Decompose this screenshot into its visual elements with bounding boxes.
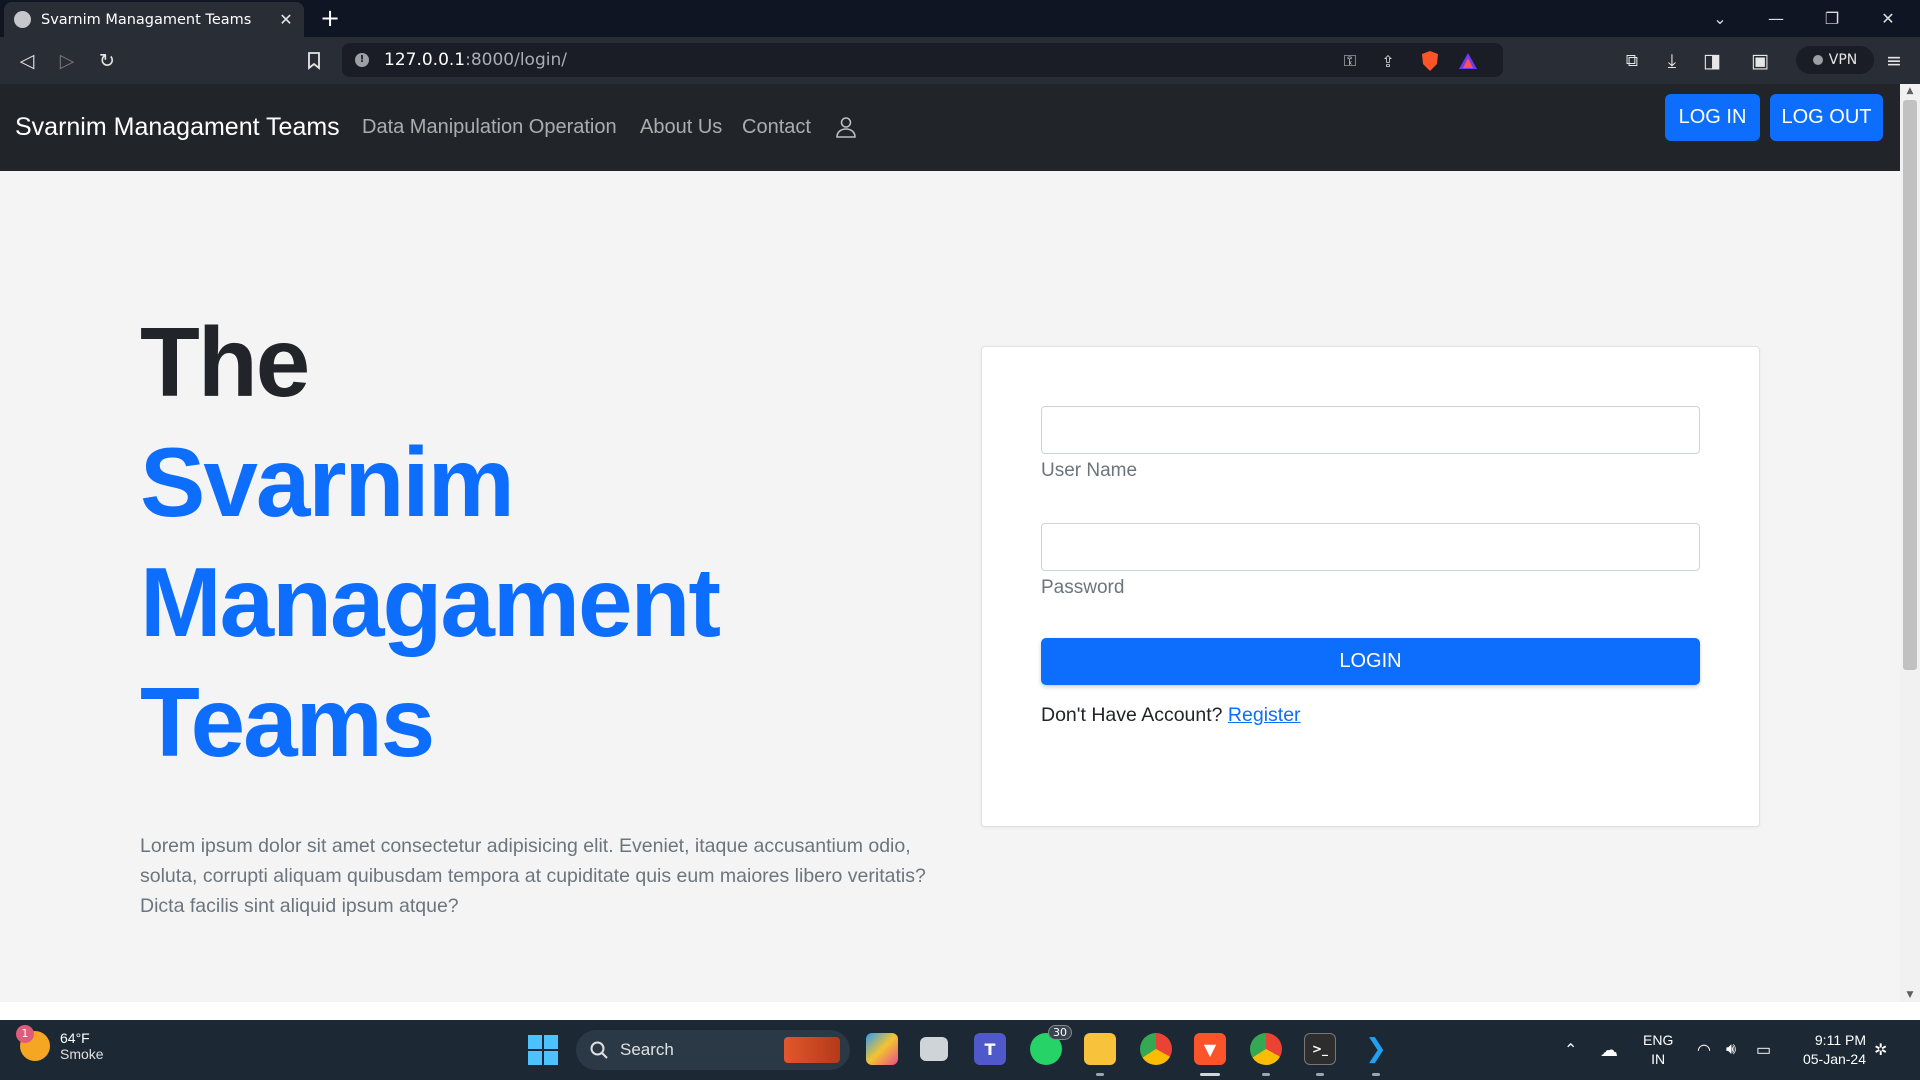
hero-line-svarnim: Svarnim	[140, 427, 515, 537]
taskbar-search[interactable]: Search	[576, 1030, 850, 1070]
reload-icon[interactable]: ↻	[93, 47, 121, 75]
vpn-status-icon	[1812, 55, 1823, 65]
brave-rewards-icon[interactable]	[1456, 49, 1480, 73]
terminal-indicator	[1316, 1073, 1324, 1076]
lang-line2: IN	[1651, 1051, 1666, 1067]
notification-icon[interactable]: ✲	[1874, 1020, 1887, 1080]
login-card: User Name Password LOGIN Don't Have Acco…	[981, 346, 1760, 827]
nav-link-about-us[interactable]: About Us	[640, 116, 722, 139]
chrome-profile-indicator	[1262, 1073, 1270, 1076]
language-indicator[interactable]: ENG IN	[1643, 1031, 1673, 1069]
system-clock[interactable]: 9:11 PM 05-Jan-24	[1796, 1031, 1866, 1069]
brave-icon[interactable]: ▼	[1194, 1033, 1226, 1065]
clock-time: 9:11 PM	[1814, 1032, 1866, 1048]
vpn-button[interactable]: VPN	[1796, 46, 1874, 74]
bookmark-icon[interactable]	[300, 47, 328, 75]
page-scrollbar[interactable]: ▲ ▼	[1900, 84, 1920, 1002]
extensions-icon[interactable]: ⧉	[1618, 47, 1646, 75]
search-highlight-icon	[784, 1037, 840, 1063]
tab-title: Svarnim Managament Teams	[41, 11, 252, 28]
weather-temp: 64°F	[60, 1030, 90, 1046]
whatsapp-badge: 30	[1048, 1025, 1072, 1040]
minimize-icon[interactable]: —	[1748, 0, 1804, 37]
browser-tab[interactable]: Svarnim Managament Teams ✕	[4, 2, 304, 37]
search-label: Search	[620, 1040, 674, 1059]
globe-icon	[14, 11, 31, 28]
battery-icon[interactable]: ▭	[1756, 1020, 1771, 1080]
wifi-icon[interactable]: ◠	[1697, 1020, 1711, 1080]
vpn-label: VPN	[1828, 52, 1858, 68]
file-explorer-icon[interactable]	[1084, 1033, 1116, 1065]
scrollbar-thumb[interactable]	[1903, 100, 1917, 670]
vscode-indicator	[1372, 1073, 1380, 1076]
start-button-icon[interactable]	[528, 1035, 558, 1065]
hero-heading: The Svarnim Managament Teams	[140, 302, 721, 782]
navbar-brand[interactable]: Svarnim Managament Teams	[15, 113, 340, 142]
password-label: Password	[1041, 577, 1125, 598]
sidebar-icon[interactable]: ◨	[1698, 47, 1726, 75]
password-input[interactable]	[1041, 523, 1700, 571]
nav-link-contact[interactable]: Contact	[742, 116, 811, 139]
site-info-icon[interactable]: !	[355, 53, 369, 67]
username-label: User Name	[1041, 460, 1138, 481]
key-icon[interactable]: ⚿	[1338, 49, 1362, 73]
tray-overflow-icon[interactable]: ⌃	[1564, 1020, 1577, 1080]
scroll-down-icon[interactable]: ▼	[1900, 988, 1920, 1002]
weather-widget[interactable]: 1 64°F Smoke	[16, 1025, 104, 1062]
hero-description: Lorem ipsum dolor sit amet consectetur a…	[140, 835, 926, 917]
windows-taskbar: 1 64°F Smoke Search T 30 ▼ >_ ❯ ⌃ ☁ ENG …	[0, 1020, 1920, 1080]
weather-icon: 1	[16, 1025, 50, 1061]
chrome-profile-icon[interactable]	[1250, 1033, 1282, 1065]
browser-toolbar: ◁ ▷ ↻ ! 127.0.0.1:8000/login/ ⚿ ⇪ ⧉ ⤓ ◨ …	[0, 37, 1920, 84]
login-nav-button[interactable]: LOG IN	[1665, 94, 1760, 141]
register-link[interactable]: Register	[1228, 704, 1301, 726]
login-submit-button[interactable]: LOGIN	[1041, 638, 1700, 685]
user-profile-icon[interactable]	[834, 115, 858, 139]
forward-icon[interactable]: ▷	[53, 47, 81, 75]
back-icon[interactable]: ◁	[13, 47, 41, 75]
download-icon[interactable]: ⤓	[1658, 47, 1686, 75]
browser-tab-bar: Svarnim Managament Teams ✕ + ⌄ — ❐ ✕	[0, 0, 1920, 37]
tab-search-chevron-icon[interactable]: ⌄	[1692, 0, 1748, 37]
weather-desc: Smoke	[60, 1046, 104, 1062]
teams-icon[interactable]: T	[974, 1033, 1006, 1065]
address-bar[interactable]: ! 127.0.0.1:8000/login/ ⚿ ⇪	[342, 43, 1503, 77]
page-viewport: Svarnim Managament Teams Data Manipulati…	[0, 84, 1900, 1002]
site-navbar: Svarnim Managament Teams Data Manipulati…	[0, 84, 1900, 171]
logout-nav-button[interactable]: LOG OUT	[1770, 94, 1883, 141]
scroll-up-icon[interactable]: ▲	[1900, 84, 1920, 98]
register-prompt: Don't Have Account? Register	[1041, 704, 1301, 727]
username-input[interactable]	[1041, 406, 1700, 454]
page-bottom-strip	[0, 1002, 1920, 1020]
volume-icon[interactable]: 🔊︎	[1726, 1020, 1736, 1080]
window-close-icon[interactable]: ✕	[1860, 0, 1916, 37]
brave-active-indicator	[1200, 1073, 1220, 1076]
terminal-icon[interactable]: >_	[1304, 1033, 1336, 1065]
onedrive-icon[interactable]: ☁	[1600, 1020, 1618, 1080]
file-explorer-indicator	[1096, 1073, 1104, 1076]
wallet-icon[interactable]: ▣	[1746, 47, 1774, 75]
search-icon	[590, 1041, 608, 1059]
weather-badge: 1	[16, 1025, 34, 1043]
clock-date: 05-Jan-24	[1802, 1051, 1866, 1067]
brave-shield-icon[interactable]	[1418, 49, 1442, 73]
tab-close-icon[interactable]: ✕	[278, 10, 294, 29]
share-icon[interactable]: ⇪	[1376, 49, 1400, 73]
restore-icon[interactable]: ❐	[1804, 0, 1860, 37]
task-view-icon[interactable]	[920, 1037, 948, 1061]
hero-line-the: The	[140, 307, 310, 417]
lang-line1: ENG	[1643, 1032, 1674, 1048]
copilot-icon[interactable]	[866, 1033, 898, 1065]
hero-line-teams: Teams	[140, 667, 435, 777]
chrome-icon[interactable]	[1140, 1033, 1172, 1065]
url-text: 127.0.0.1:8000/login/	[384, 50, 567, 70]
new-tab-icon[interactable]: +	[320, 4, 340, 32]
menu-icon[interactable]: ≡	[1880, 47, 1908, 75]
register-prompt-text: Don't Have Account?	[1041, 704, 1223, 726]
vscode-icon[interactable]: ❯	[1360, 1033, 1392, 1065]
hero-line-managament: Managament	[140, 547, 721, 657]
whatsapp-icon[interactable]: 30	[1030, 1025, 1072, 1065]
nav-link-data-manipulation[interactable]: Data Manipulation Operation	[362, 116, 617, 139]
